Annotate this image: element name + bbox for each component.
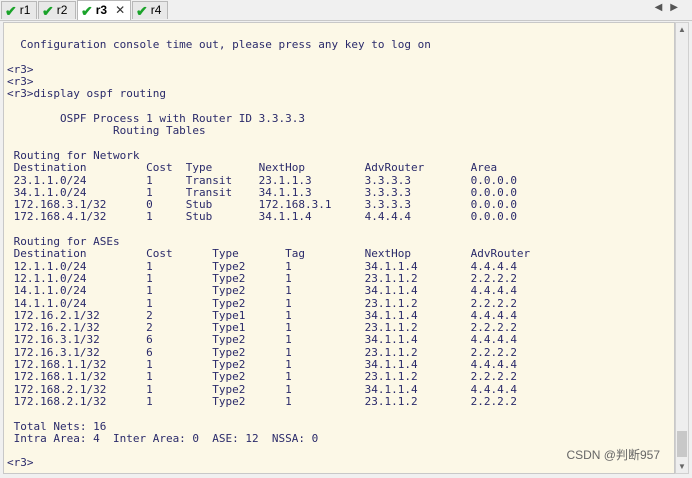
console-line: Routing Tables <box>112 124 206 138</box>
console-line: Total Nets: 16 <box>13 419 107 433</box>
console-line: 172.168.2.1/32 1 Type2 1 34.1.1.4 4.4.4.… <box>13 382 517 396</box>
close-icon[interactable]: ✕ <box>115 2 125 19</box>
arrow-right-icon[interactable]: ▶ <box>670 2 686 13</box>
console-line: 12.1.1.0/24 1 Type2 1 23.1.1.2 2.2.2.2 <box>13 271 517 285</box>
console-line: 14.1.1.0/24 1 Type2 1 34.1.1.4 4.4.4.4 <box>13 284 517 298</box>
tab-r1[interactable]: ✔ r1 <box>1 1 37 19</box>
console-line: 172.168.1.1/32 1 Type2 1 34.1.1.4 4.4.4.… <box>13 358 517 372</box>
vertical-scrollbar[interactable]: ▲ ▼ <box>675 22 689 474</box>
watermark: CSDN @判断957 <box>566 448 660 462</box>
console-output[interactable]: Configuration console time out, please p… <box>3 22 675 474</box>
check-icon: ✔ <box>42 2 54 19</box>
console-line: 14.1.1.0/24 1 Type2 1 23.1.1.2 2.2.2.2 <box>13 296 517 310</box>
console-line: 12.1.1.0/24 1 Type2 1 34.1.1.4 4.4.4.4 <box>13 259 517 273</box>
console-text: Configuration console time out, please p… <box>7 27 530 470</box>
scroll-up-icon[interactable]: ▲ <box>678 25 686 34</box>
arrow-left-icon[interactable]: ◀ <box>655 2 671 13</box>
check-icon: ✔ <box>136 2 148 19</box>
tab-label: r2 <box>56 3 68 17</box>
tab-label: r1 <box>19 3 31 17</box>
console-line: <r3> <box>7 75 34 89</box>
tab-label: r4 <box>150 3 162 17</box>
console-line: 172.168.4.1/32 1 Stub 34.1.1.4 4.4.4.4 0… <box>13 210 517 224</box>
tab-scroll-arrows: ◀▶ <box>655 2 686 13</box>
console-line: Destination Cost Type Tag NextHop AdvRou… <box>13 247 531 261</box>
console-line: 172.16.3.1/32 6 Type2 1 23.1.1.2 2.2.2.2 <box>13 345 517 359</box>
console-line: 172.168.1.1/32 1 Type2 1 23.1.1.2 2.2.2.… <box>13 370 517 384</box>
console-line: <r3> <box>7 456 34 470</box>
console-line: 34.1.1.0/24 1 Transit 34.1.1.3 3.3.3.3 0… <box>13 185 517 199</box>
console-line: Routing for Network <box>13 148 140 162</box>
console-line: 172.16.2.1/32 2 Type1 1 23.1.1.2 2.2.2.2 <box>13 321 517 335</box>
console-line: Configuration console time out, please p… <box>20 38 431 52</box>
console-line: <r3> <box>7 62 34 76</box>
tab-r3[interactable]: ✔ r3 ✕ <box>77 0 131 20</box>
console-line: OSPF Process 1 with Router ID 3.3.3.3 <box>59 112 306 126</box>
console-line: 172.168.2.1/32 1 Type2 1 23.1.1.2 2.2.2.… <box>13 394 517 408</box>
console-line: Intra Area: 4 Inter Area: 0 ASE: 12 NSSA… <box>13 431 319 445</box>
console-line: 172.16.2.1/32 2 Type1 1 34.1.1.4 4.4.4.4 <box>13 308 517 322</box>
tab-bar: ✔ r1 ✔ r2 ✔ r3 ✕ ✔ r4 ◀▶ <box>0 0 692 21</box>
console-line: <r3>display ospf routing <box>7 87 166 101</box>
check-icon: ✔ <box>5 2 17 19</box>
console-line: Destination Cost Type NextHop AdvRouter … <box>13 161 498 175</box>
tab-r4[interactable]: ✔ r4 <box>132 1 168 19</box>
tab-r2[interactable]: ✔ r2 <box>38 1 76 19</box>
console-line: Routing for ASEs <box>13 235 120 249</box>
check-icon: ✔ <box>81 2 93 19</box>
console-line: 172.16.3.1/32 6 Type2 1 34.1.1.4 4.4.4.4 <box>13 333 517 347</box>
console-line: 23.1.1.0/24 1 Transit 23.1.1.3 3.3.3.3 0… <box>13 173 517 187</box>
tab-label: r3 <box>95 3 108 17</box>
scroll-down-icon[interactable]: ▼ <box>678 462 686 471</box>
console-line: 172.168.3.1/32 0 Stub 172.168.3.1 3.3.3.… <box>13 198 517 212</box>
scrollbar-thumb[interactable] <box>677 431 687 457</box>
